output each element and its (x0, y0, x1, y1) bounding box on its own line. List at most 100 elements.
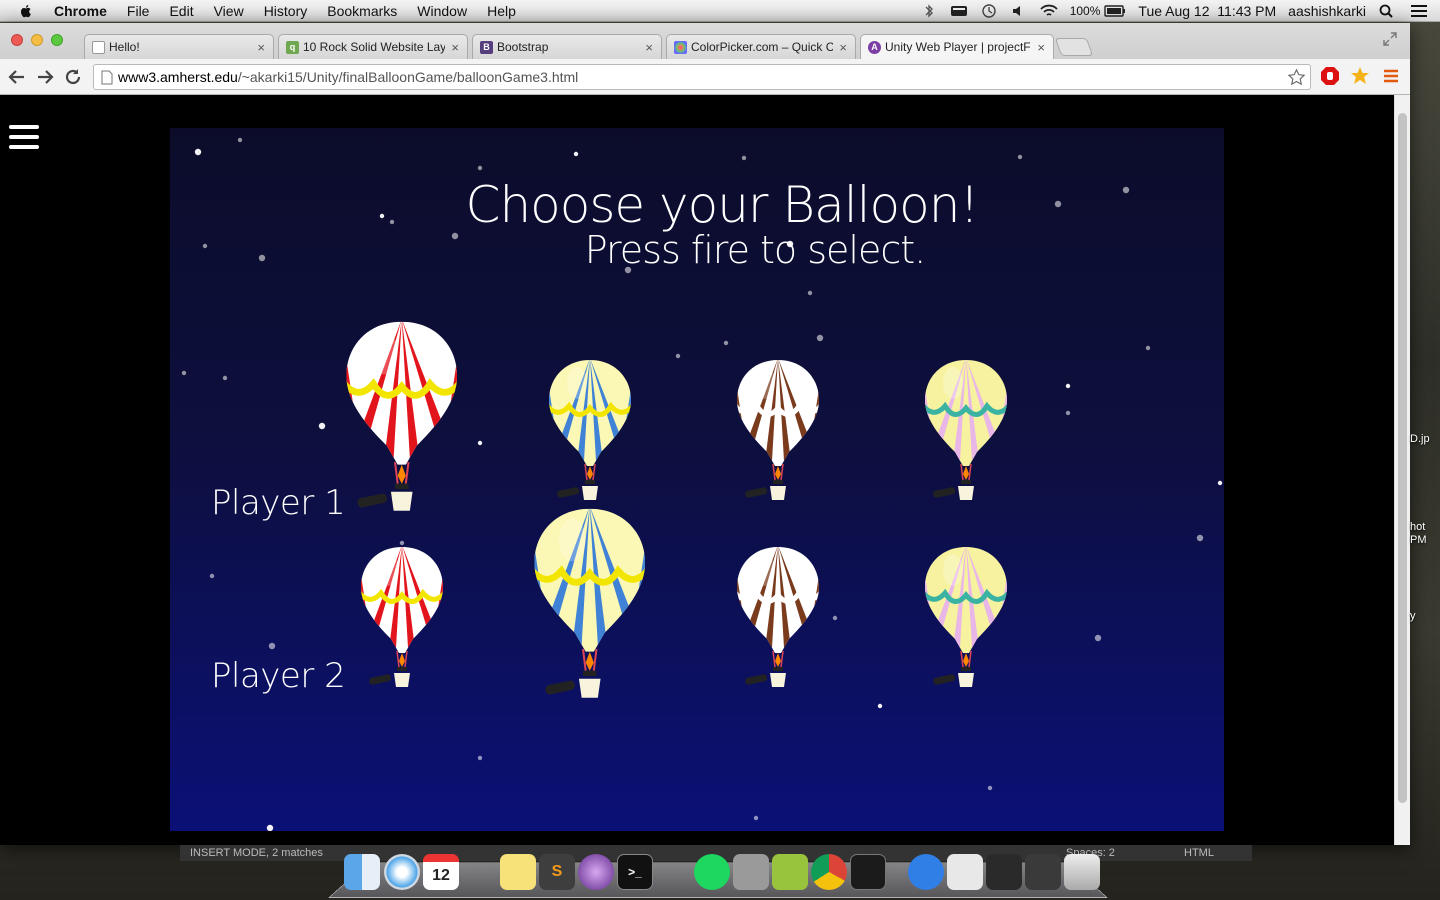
unity-game-canvas[interactable]: Choose your Balloon! Press fire to selec… (170, 128, 1224, 831)
chrome-menu-icon[interactable] (1381, 66, 1401, 86)
game-subtitle: Press fire to select. (584, 228, 926, 272)
tab-close-icon[interactable]: × (451, 40, 459, 55)
palette-icon (674, 40, 687, 54)
star (675, 353, 681, 359)
star (318, 422, 326, 430)
menu-help[interactable]: Help (477, 3, 526, 19)
address-bar[interactable]: www3.amherst.edu/~akarki15/Unity/finalBa… (93, 64, 1311, 90)
desktop-file-label[interactable]: hot (1410, 521, 1425, 533)
keyboard-icon[interactable] (950, 4, 968, 18)
fullscreen-icon[interactable] (1382, 31, 1398, 47)
browser-toolbar: www3.amherst.edu/~akarki15/Unity/finalBa… (0, 59, 1410, 95)
balloon-red-white-player-2[interactable] (357, 545, 447, 705)
menu-edit[interactable]: Edit (159, 3, 203, 19)
new-tab-button[interactable] (1054, 38, 1094, 56)
star (741, 155, 747, 161)
eclipse-icon[interactable] (578, 854, 614, 890)
tab-title: Unity Web Player | projectF (885, 40, 1031, 54)
star (477, 440, 483, 446)
calendar-icon[interactable]: 12 (423, 854, 459, 890)
mac-menubar: Chrome File Edit View History Bookmarks … (0, 0, 1440, 22)
star (1196, 534, 1204, 542)
scroll-thumb[interactable] (1398, 113, 1407, 803)
folder-stack-icon[interactable] (986, 854, 1022, 890)
desktop-file-label[interactable]: PM (1410, 534, 1427, 546)
window-close-button[interactable] (11, 34, 23, 46)
adblock-icon[interactable] (1320, 66, 1340, 86)
tab-bootstrap[interactable]: B Bootstrap × (472, 34, 662, 59)
system-preferences-icon[interactable] (733, 854, 769, 890)
star (477, 755, 483, 761)
time-machine-icon[interactable] (980, 3, 998, 18)
safari-icon[interactable] (384, 854, 420, 890)
star (1017, 154, 1023, 160)
balloon-pink-yellow-player-2[interactable] (921, 545, 1011, 705)
bookmark-star-icon[interactable] (1287, 68, 1306, 87)
editor-language[interactable]: HTML (1184, 847, 1214, 859)
star (194, 148, 202, 156)
menu-view[interactable]: View (204, 3, 254, 19)
activity-monitor-icon[interactable] (850, 854, 886, 890)
desktop-file-label[interactable]: D.jp (1410, 433, 1430, 445)
tab-rock-solid[interactable]: q 10 Rock Solid Website Layo × (278, 34, 468, 59)
tab-unity-web-player[interactable]: A Unity Web Player | projectF × (860, 34, 1054, 59)
menu-file[interactable]: File (117, 3, 160, 19)
tab-close-icon[interactable]: × (839, 40, 847, 55)
forward-arrow-icon[interactable] (34, 66, 56, 88)
star (1217, 480, 1223, 486)
tab-close-icon[interactable]: × (1037, 40, 1045, 55)
network-icon[interactable] (908, 854, 944, 890)
balloon-red-white-player-1[interactable] (341, 319, 463, 535)
balloon-brown-white-player-2[interactable] (733, 545, 823, 705)
battery-percent: 100% (1069, 3, 1101, 18)
user-name[interactable]: aashishkarki (1288, 3, 1366, 19)
android-icon[interactable] (772, 854, 808, 890)
tab-close-icon[interactable]: × (257, 40, 265, 55)
star (573, 151, 579, 157)
hamburger-menu-icon[interactable] (9, 125, 39, 151)
balloon-brown-white-player-1[interactable] (733, 358, 823, 518)
finder-icon[interactable] (344, 854, 380, 890)
trash-icon[interactable] (1064, 854, 1100, 890)
star (753, 815, 759, 821)
chrome-icon[interactable] (811, 854, 847, 890)
menu-history[interactable]: History (254, 3, 318, 19)
downloads-stack-icon[interactable] (1025, 854, 1061, 890)
balloon-blue-yellow-player-1[interactable] (545, 358, 635, 518)
star (816, 334, 824, 342)
clock[interactable]: Tue Aug 12 11:43 PM (1138, 3, 1276, 19)
balloon-blue-yellow-player-2[interactable] (529, 506, 651, 722)
menu-bookmarks[interactable]: Bookmarks (317, 3, 407, 19)
tab-title: ColorPicker.com – Quick C (691, 40, 834, 54)
notification-center-icon[interactable] (1408, 4, 1428, 18)
tab-close-icon[interactable]: × (645, 40, 653, 55)
menu-window[interactable]: Window (407, 3, 477, 19)
menu-app-name[interactable]: Chrome (44, 3, 117, 19)
star (723, 340, 729, 346)
stickies-icon[interactable] (500, 854, 536, 890)
reload-icon[interactable] (62, 66, 84, 88)
spotlight-icon[interactable] (1378, 4, 1396, 18)
extension-star-icon[interactable] (1350, 66, 1370, 86)
sublime-text-icon[interactable]: S (539, 854, 575, 890)
window-zoom-button[interactable] (51, 34, 63, 46)
document-icon[interactable] (947, 854, 983, 890)
battery-icon[interactable] (1104, 4, 1126, 18)
bluetooth-icon[interactable] (920, 3, 938, 18)
apple-icon[interactable] (18, 3, 34, 19)
star (209, 573, 215, 579)
tab-colorpicker[interactable]: ColorPicker.com – Quick C × (666, 34, 856, 59)
desktop-file-label[interactable]: y (1410, 610, 1416, 622)
star (266, 824, 274, 831)
wifi-icon[interactable] (1040, 4, 1058, 18)
star (987, 785, 993, 791)
page-scrollbar[interactable] (1394, 95, 1410, 845)
terminal-icon[interactable]: >_ (617, 854, 653, 890)
tab-title: Hello! (109, 40, 140, 54)
back-arrow-icon[interactable] (6, 66, 28, 88)
window-minimize-button[interactable] (31, 34, 43, 46)
volume-icon[interactable] (1010, 4, 1028, 18)
spotify-icon[interactable] (694, 854, 730, 890)
tab-hello[interactable]: Hello! × (84, 34, 274, 59)
balloon-pink-yellow-player-1[interactable] (921, 358, 1011, 518)
